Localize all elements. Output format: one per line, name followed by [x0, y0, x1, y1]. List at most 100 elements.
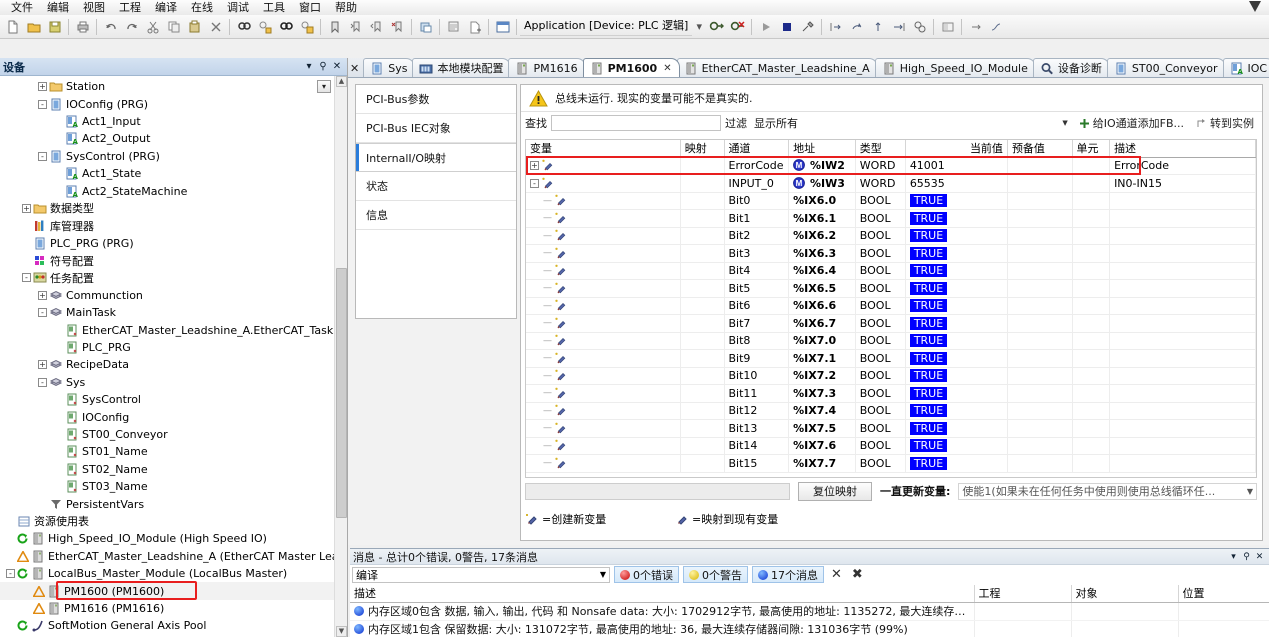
menu-item-edit[interactable]: 编辑 [40, 0, 76, 15]
cell-variable[interactable]: — [526, 297, 681, 315]
cell-address[interactable]: %IX7.5 [788, 419, 856, 438]
find-icon[interactable] [234, 17, 253, 36]
editor-tabstrip[interactable]: ✕ Sys 本地模块配置 PM1616 PM1600 ✕ EtherCAT_Master_L… [348, 58, 1269, 78]
category-tab-pcibusiec[interactable]: PCI-Bus IEC对象 [356, 114, 516, 143]
tab-high_speed_io_module[interactable]: High_Speed_IO_Module [874, 58, 1036, 77]
stop-icon[interactable] [777, 17, 796, 36]
tree-item-[interactable]: - 任务配置 [0, 269, 334, 286]
tree-item-station[interactable]: + Station [0, 78, 334, 95]
run-to-cursor-icon[interactable] [889, 17, 908, 36]
infos-filter-chip[interactable]: 17个消息 [752, 566, 824, 583]
cell-prepared-value[interactable] [1007, 349, 1073, 368]
tree-item-act1_input[interactable]: A Act1_Input [0, 113, 334, 130]
cell-variable[interactable]: — [526, 192, 681, 210]
tree-item-softmotion[interactable]: SoftMotion General Axis Pool [0, 617, 334, 634]
cell-variable[interactable]: — [526, 227, 681, 245]
column-header-4[interactable]: 类型 [855, 140, 906, 158]
cell-prepared-value[interactable] [1007, 454, 1073, 473]
cell-variable[interactable]: - [526, 174, 681, 193]
column-header-5[interactable]: 当前值 [905, 140, 1008, 158]
cell-address[interactable]: %IX6.5 [788, 279, 856, 298]
flow-control-icon[interactable] [987, 17, 1006, 36]
cell-prepared-value[interactable] [1007, 157, 1073, 175]
cell-address[interactable]: M %IW3 [788, 174, 856, 193]
tree-item-act1_state[interactable]: A Act1_State [0, 165, 334, 182]
print-icon[interactable] [73, 17, 92, 36]
cell-variable[interactable]: — [526, 437, 681, 455]
cell-prepared-value[interactable] [1007, 244, 1073, 263]
create-new-variable-icon[interactable] [554, 194, 568, 207]
tree-item-st00_conveyor[interactable]: ST00_Conveyor [0, 426, 334, 443]
tree-expander[interactable]: - [22, 273, 31, 283]
cell-address[interactable]: %IX7.0 [788, 332, 856, 350]
device-tree[interactable]: + Station - IOConfig (PRG) A Act1_Input A Act2_… [0, 76, 334, 637]
create-new-variable-icon[interactable] [554, 422, 568, 435]
menu-item-build[interactable]: 编译 [148, 0, 184, 15]
create-new-variable-icon[interactable] [554, 352, 568, 365]
tab-[interactable]: 设备诊断 [1032, 58, 1110, 77]
tree-expander[interactable]: + [38, 82, 47, 92]
cell-variable[interactable]: — [526, 332, 681, 350]
table-row[interactable]: — Bit14 %IX7.6 BOOL TRUE [526, 437, 1256, 455]
find-all-icon[interactable] [276, 17, 295, 36]
cell-address[interactable]: %IX6.4 [788, 262, 856, 280]
column-header-0[interactable]: 变量 [526, 140, 681, 158]
tree-item-ethercat_master_leadshine_aethercat_task[interactable]: EtherCAT_Master_Leadshine_A.EtherCAT_Tas… [0, 321, 334, 338]
menu-item-online[interactable]: 在线 [184, 0, 220, 15]
cell-variable[interactable]: — [526, 314, 681, 333]
cell-variable[interactable]: — [526, 244, 681, 263]
table-row[interactable]: — Bit8 %IX7.0 BOOL TRUE [526, 332, 1256, 350]
tree-item-[interactable]: 库管理器 [0, 217, 334, 234]
table-row[interactable]: — Bit11 %IX7.3 BOOL TRUE [526, 384, 1256, 403]
table-row[interactable]: + ErrorCode M %IW2 WORD 41001 ErrorCode [526, 157, 1256, 175]
message-column-header-1[interactable]: 工程 [974, 585, 1072, 603]
cell-address[interactable]: %IX7.7 [788, 454, 856, 473]
warnings-filter-chip[interactable]: 0个警告 [683, 566, 748, 583]
cell-prepared-value[interactable] [1007, 437, 1073, 455]
cell-address[interactable]: %IX7.6 [788, 437, 856, 455]
io-mapping-grid[interactable]: 变量 映射 通道 地址 类型 当前值 预备值 单元 描述 + ErrorCode M %IW2 WOR… [525, 139, 1257, 478]
menu-item-project[interactable]: 工程 [112, 0, 148, 15]
cell-variable[interactable]: — [526, 209, 681, 228]
create-new-variable-icon[interactable] [554, 264, 568, 277]
table-row[interactable]: — Bit10 %IX7.2 BOOL TRUE [526, 367, 1256, 385]
cell-address[interactable]: %IX6.3 [788, 244, 856, 263]
create-new-variable-icon[interactable] [554, 457, 568, 470]
row-expander[interactable]: + [530, 161, 539, 171]
pin-icon[interactable]: ⚲ [316, 61, 330, 72]
create-new-variable-icon[interactable] [554, 404, 568, 417]
reset-mapping-field[interactable] [525, 482, 790, 500]
clear-messages-icon[interactable]: ✕ [828, 567, 845, 582]
chevron-down-icon[interactable]: ▾ [302, 61, 316, 72]
message-row[interactable]: 内存区域0包含 数据, 输入, 输出, 代码 和 Nonsafe data: 大… [350, 602, 1269, 621]
io-mapping-body[interactable]: + ErrorCode M %IW2 WORD 41001 ErrorCode - INPUT… [526, 157, 1256, 473]
tree-expander[interactable]: + [38, 360, 47, 370]
logout-icon[interactable] [728, 17, 747, 36]
device-editor-category-list[interactable]: PCI-Bus参数 PCI-Bus IEC对象 InternalI/O映射 状态 信息 [355, 84, 517, 319]
menu-item-file[interactable]: 文件 [4, 0, 40, 15]
reset-mapping-button[interactable]: 复位映射 [798, 481, 872, 501]
generate-code-icon[interactable] [444, 17, 463, 36]
cell-address[interactable]: %IX7.1 [788, 349, 856, 368]
goto-instance-button[interactable]: 转到实例 [1192, 115, 1258, 132]
bookmark-icon[interactable] [325, 17, 344, 36]
tab-pm1600[interactable]: PM1600 ✕ [582, 58, 680, 77]
tree-item-syscontrol[interactable]: SysControl [0, 391, 334, 408]
tree-item-act2_statemachine[interactable]: A Act2_StateMachine [0, 182, 334, 199]
tree-item-[interactable]: + 数据类型 [0, 200, 334, 217]
tree-expander[interactable]: - [38, 99, 47, 109]
column-header-6[interactable]: 预备值 [1007, 140, 1073, 158]
redo-icon[interactable] [122, 17, 141, 36]
step-out-icon[interactable] [868, 17, 887, 36]
create-new-variable-icon[interactable] [554, 229, 568, 242]
start-icon[interactable] [756, 17, 775, 36]
row-expander[interactable]: - [530, 178, 539, 188]
messages-body[interactable]: 内存区域0包含 数据, 输入, 输出, 代码 和 Nonsafe data: 大… [350, 602, 1269, 637]
tree-item-syscontrol[interactable]: - SysControl (PRG) [0, 148, 334, 165]
table-row[interactable]: — Bit1 %IX6.1 BOOL TRUE [526, 209, 1256, 228]
tree-expander[interactable]: - [38, 377, 47, 387]
create-new-variable-icon[interactable] [554, 317, 568, 330]
add-fb-for-io-channel-button[interactable]: 给IO通道添加FB... [1075, 115, 1188, 132]
column-header-7[interactable]: 单元 [1072, 140, 1111, 158]
paste-icon[interactable] [185, 17, 204, 36]
